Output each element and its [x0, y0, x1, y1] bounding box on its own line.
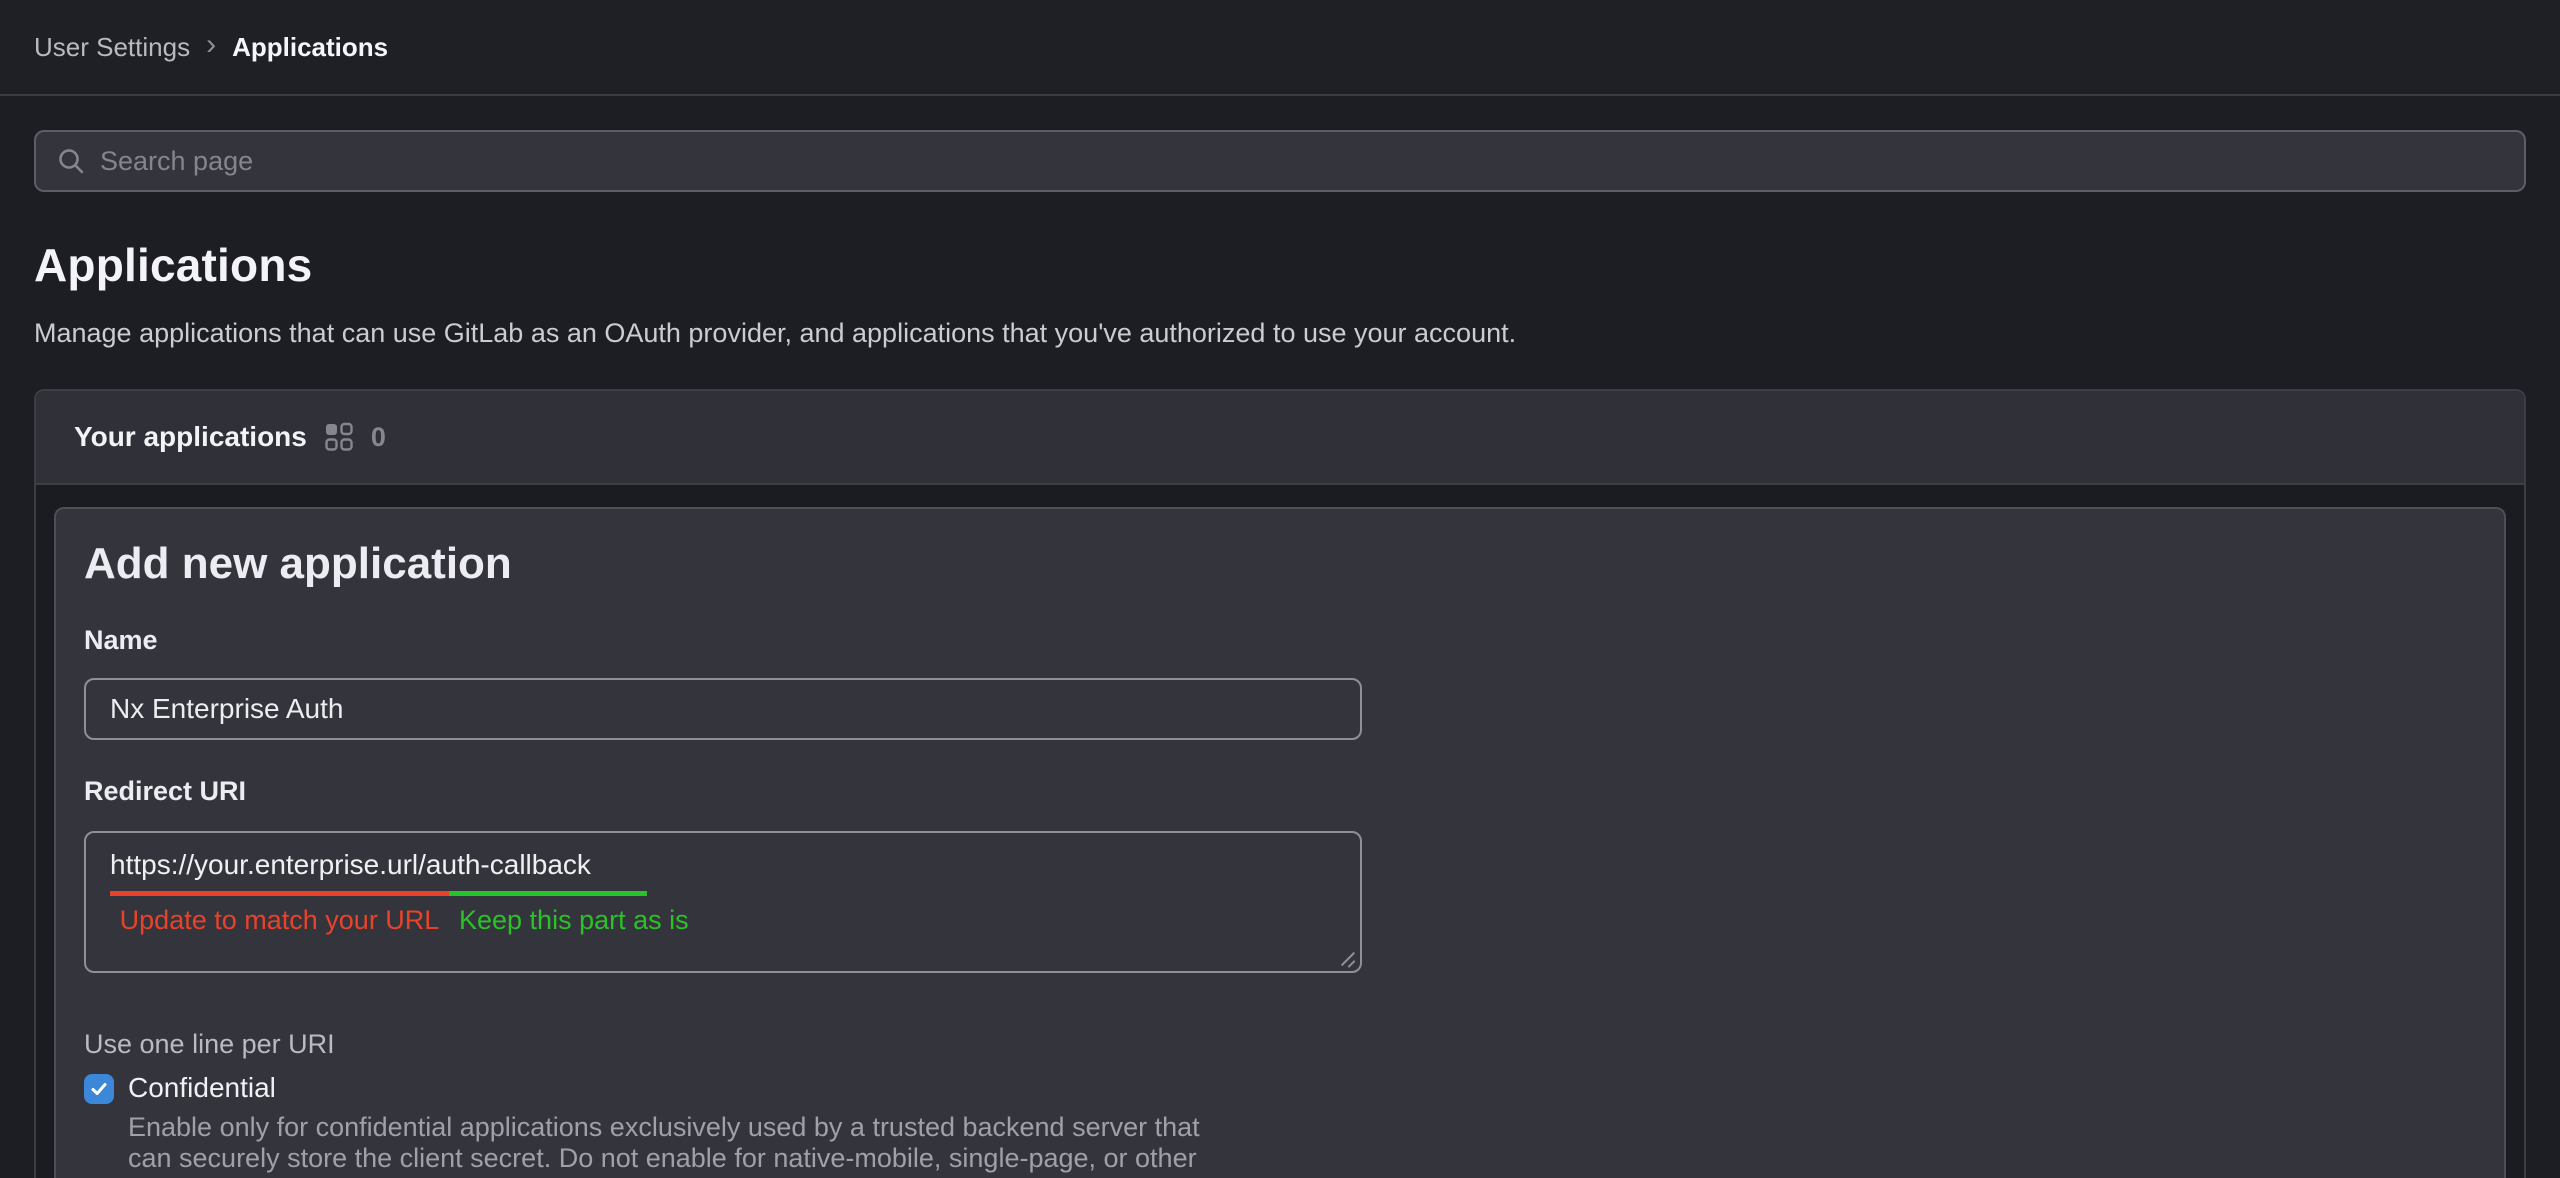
your-applications-header: Your applications 0	[36, 391, 2524, 485]
page-title: Applications	[34, 238, 2526, 292]
confidential-help-line: Enable only for confidential application…	[128, 1112, 2476, 1143]
name-label: Name	[84, 625, 2476, 656]
checkmark-icon	[89, 1079, 109, 1099]
page-description: Manage applications that can use GitLab …	[34, 318, 2526, 349]
redirect-uri-value: https://your.enterprise.url/auth-callbac…	[110, 849, 591, 881]
search-icon	[56, 146, 86, 176]
name-input[interactable]	[84, 678, 1362, 740]
your-applications-title: Your applications	[74, 421, 307, 453]
top-bar: User Settings › Applications	[0, 0, 2560, 96]
confidential-checkbox[interactable]	[84, 1074, 114, 1104]
green-annotation-text: Keep this part as is	[459, 905, 689, 936]
breadcrumb: User Settings › Applications	[34, 30, 388, 64]
confidential-help-line: can securely store the client secret. Do…	[128, 1143, 2476, 1174]
redirect-uri-label: Redirect URI	[84, 776, 2476, 807]
confidential-label[interactable]: Confidential	[128, 1072, 276, 1104]
confidential-help-line: JavaScript applications because they can…	[128, 1174, 2476, 1178]
applications-count-badge: 0	[371, 422, 386, 453]
page-content: Applications Manage applications that ca…	[0, 130, 2560, 1178]
search-box[interactable]	[34, 130, 2526, 192]
red-underline-annotation	[110, 891, 449, 896]
textarea-resize-handle[interactable]	[1339, 950, 1357, 968]
redirect-uri-help: Use one line per URI	[84, 1029, 2476, 1060]
your-applications-panel: Your applications 0 Add new application …	[34, 389, 2526, 1178]
redirect-uri-textarea[interactable]: https://your.enterprise.url/auth-callbac…	[84, 831, 1362, 973]
add-new-application-title: Add new application	[84, 539, 2476, 589]
your-applications-body: Add new application Name Redirect URI ht…	[36, 485, 2524, 1178]
add-new-application-card: Add new application Name Redirect URI ht…	[54, 507, 2506, 1178]
redirect-uri-host-part: https://your.enterprise.url	[110, 849, 418, 880]
breadcrumb-applications: Applications	[232, 32, 388, 63]
green-underline-annotation	[449, 891, 647, 896]
confidential-row: Confidential	[84, 1072, 2476, 1104]
applications-grid-icon	[323, 421, 355, 453]
redirect-uri-callback-part: /auth-callback	[418, 849, 591, 880]
breadcrumb-separator-icon: ›	[206, 30, 216, 64]
search-input[interactable]	[100, 146, 2504, 177]
confidential-help: Enable only for confidential application…	[128, 1112, 2476, 1178]
breadcrumb-user-settings[interactable]: User Settings	[34, 32, 190, 63]
red-annotation-text: Update to match your URL	[110, 905, 449, 936]
